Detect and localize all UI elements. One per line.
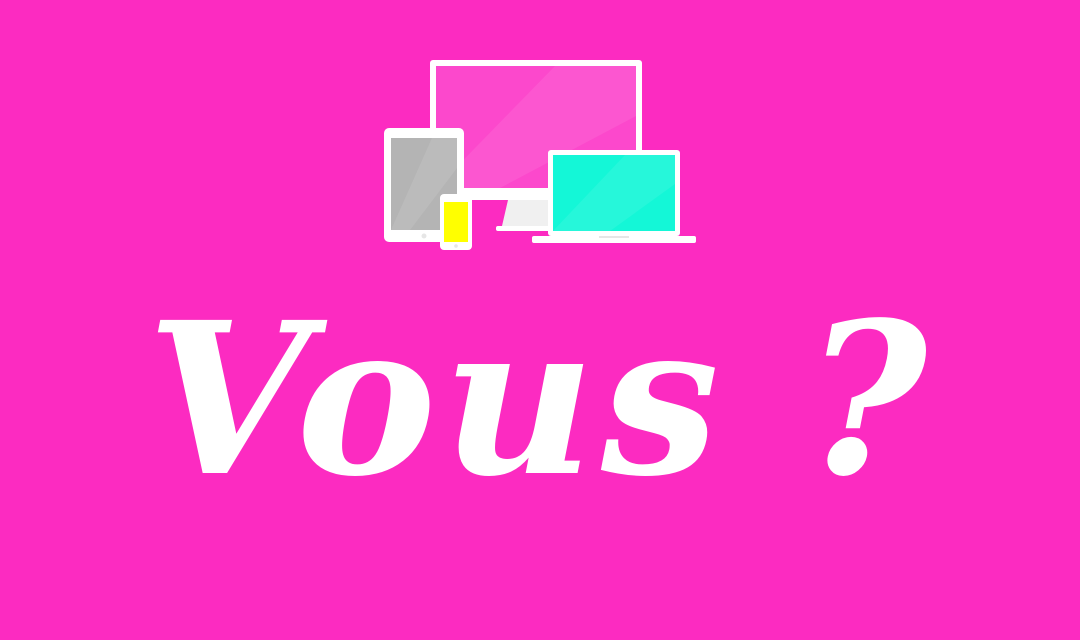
hero-banner: Vous ?: [0, 0, 1080, 640]
smartphone-icon: [440, 194, 472, 250]
laptop-notch: [599, 236, 629, 238]
tablet-home-button: [421, 233, 427, 239]
laptop-icon: [532, 150, 696, 243]
headline-text: Vous ?: [146, 276, 934, 523]
devices-illustration: [380, 56, 700, 256]
phone-home-button: [454, 244, 458, 248]
phone-screen: [444, 202, 468, 242]
devices-svg: [384, 60, 696, 250]
